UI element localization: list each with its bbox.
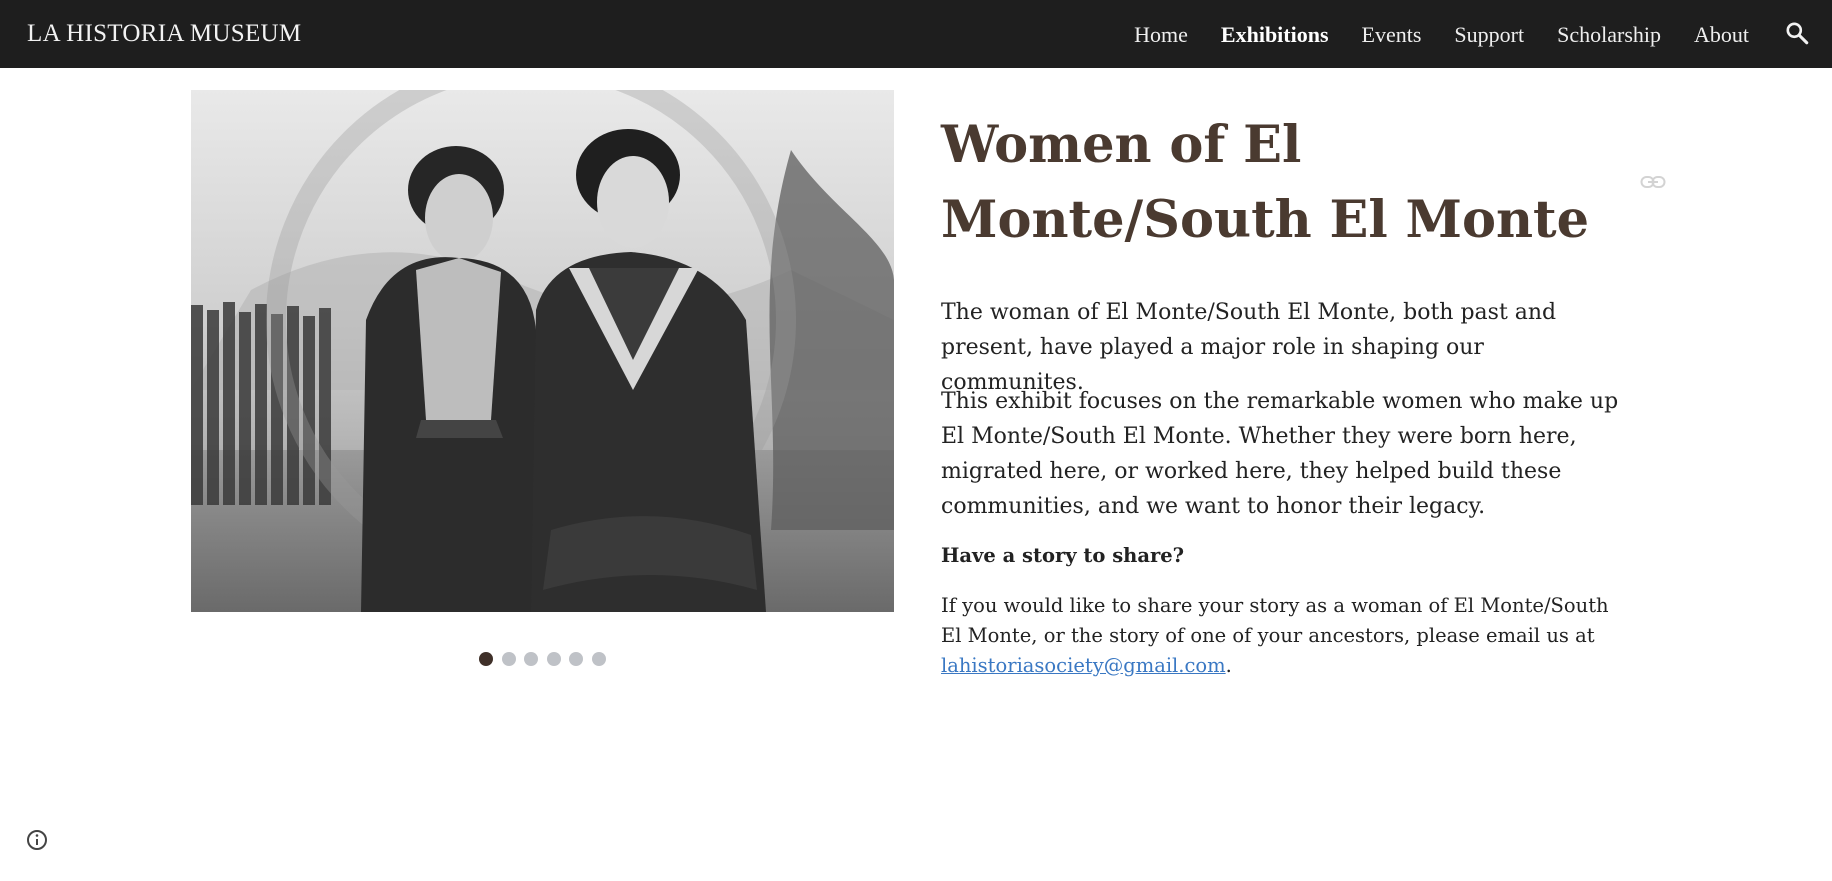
nav-item-exhibitions[interactable]: Exhibitions	[1221, 22, 1329, 48]
info-icon[interactable]	[26, 829, 48, 851]
nav-item-events[interactable]: Events	[1362, 22, 1422, 48]
share-story-end: .	[1225, 654, 1232, 677]
carousel-photo[interactable]	[191, 90, 894, 612]
email-link[interactable]: lahistoriasociety@gmail.com	[941, 654, 1226, 677]
carousel-dot-1[interactable]	[479, 652, 493, 666]
carousel-pagination	[479, 652, 606, 666]
photograph-two-women-icon	[191, 90, 894, 612]
carousel-dot-4[interactable]	[546, 652, 561, 666]
nav-item-support[interactable]: Support	[1454, 22, 1524, 48]
site-title[interactable]: LA HISTORIA MUSEUM	[27, 20, 301, 48]
exhibit-paragraph: This exhibit focuses on the remarkable w…	[941, 389, 1619, 519]
share-story-paragraph: If you would like to share your story as…	[941, 591, 1621, 681]
main-nav: Home Exhibitions Events Support Scholars…	[1134, 22, 1749, 48]
carousel-dot-3[interactable]	[524, 652, 538, 666]
search-icon[interactable]	[1784, 20, 1810, 46]
carousel-dot-2[interactable]	[501, 652, 516, 666]
share-story-heading: Have a story to share?	[941, 544, 1185, 567]
nav-item-scholarship[interactable]: Scholarship	[1557, 22, 1661, 48]
link-icon[interactable]	[1640, 173, 1666, 191]
top-navigation-bar: LA HISTORIA MUSEUM Home Exhibitions Even…	[0, 0, 1832, 68]
nav-item-about[interactable]: About	[1694, 22, 1749, 48]
carousel-dot-6[interactable]	[591, 652, 606, 666]
nav-item-home[interactable]: Home	[1134, 22, 1188, 48]
carousel-dot-5[interactable]	[569, 652, 583, 666]
page-title: Women of El Monte/South El Monte	[941, 115, 1590, 250]
share-story-text: If you would like to share your story as…	[941, 594, 1609, 647]
